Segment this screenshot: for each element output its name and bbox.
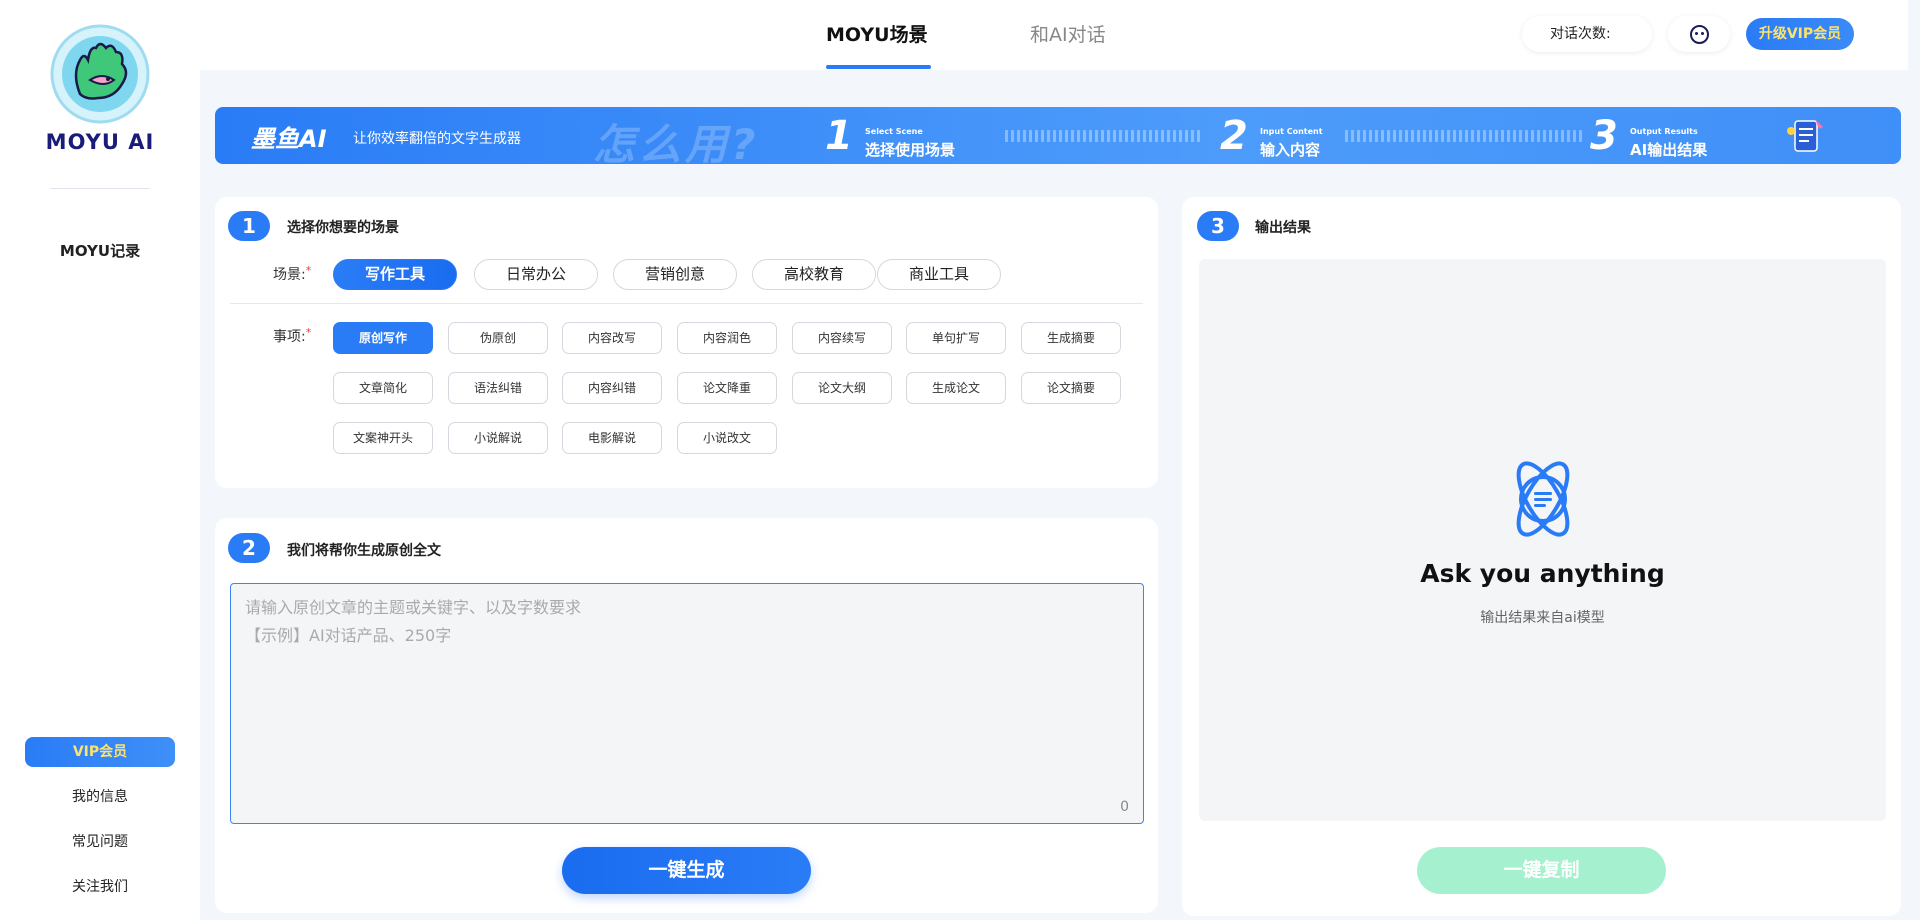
banner-clipboard-icon bbox=[1787, 119, 1823, 152]
output-area: Ask you anything 输出结果来自ai模型 bbox=[1199, 259, 1886, 821]
step-number: 1 bbox=[825, 113, 853, 159]
sidebar: MOYU AI MOYU记录 VIP会员 我的信息 常见问题 关注我们 bbox=[0, 0, 200, 920]
logo-text: MOYU AI bbox=[45, 130, 155, 154]
item-label: 事项:* bbox=[273, 326, 312, 345]
output-subtitle: 输出结果来自ai模型 bbox=[1480, 610, 1605, 626]
item-button[interactable]: 单句扩写 bbox=[906, 322, 1006, 354]
card-divider bbox=[230, 303, 1143, 304]
content-input-wrapper: 0 bbox=[230, 583, 1144, 824]
item-button[interactable]: 生成摘要 bbox=[1021, 322, 1121, 354]
output-card: 3 输出结果 Ask you anything 输出结果来自ai模型 一键复制 bbox=[1182, 197, 1901, 916]
tab-moyu-scenes[interactable]: MOYU场景 bbox=[826, 20, 928, 47]
step-badge: 1 bbox=[228, 211, 270, 241]
avatar-icon bbox=[1690, 25, 1709, 44]
item-button[interactable]: 内容改写 bbox=[562, 322, 662, 354]
input-card: 2 我们将帮你生成原创全文 0 一键生成 bbox=[215, 518, 1158, 913]
scene-label: 场景:* bbox=[273, 264, 312, 283]
sidebar-item-follow-us[interactable]: 关注我们 bbox=[0, 876, 200, 896]
step-number: 2 bbox=[1220, 113, 1248, 159]
scene-marketing[interactable]: 营销创意 bbox=[613, 259, 737, 290]
banner-slogan: 让你效率翻倍的文字生成器 bbox=[353, 131, 521, 147]
top-bar: MOYU场景 和AI对话 对话次数: 升级VIP会员 bbox=[200, 0, 1920, 70]
avatar-button[interactable] bbox=[1668, 16, 1730, 52]
scene-selection-card: 1 选择你想要的场景 场景:* 写作工具 日常办公 营销创意 高校教育 商业工具… bbox=[215, 197, 1158, 488]
vip-member-button[interactable]: VIP会员 bbox=[25, 737, 175, 767]
step-number: 3 bbox=[1590, 113, 1618, 159]
item-button[interactable]: 语法纠错 bbox=[448, 372, 548, 404]
step-english: Input Content bbox=[1260, 127, 1323, 136]
item-button[interactable]: 小说改文 bbox=[677, 422, 777, 454]
item-button[interactable]: 论文降重 bbox=[677, 372, 777, 404]
banner-brand: 墨鱼AI bbox=[251, 125, 327, 153]
item-button[interactable]: 伪原创 bbox=[448, 322, 548, 354]
item-button[interactable]: 文案神开头 bbox=[333, 422, 433, 454]
sidebar-item-records[interactable]: MOYU记录 bbox=[0, 240, 200, 261]
moyu-logo-icon[interactable] bbox=[50, 24, 150, 124]
sidebar-item-my-info[interactable]: 我的信息 bbox=[0, 786, 200, 806]
step-english: Output Results bbox=[1630, 127, 1698, 136]
item-button[interactable]: 内容润色 bbox=[677, 322, 777, 354]
chat-count-pill: 对话次数: bbox=[1522, 16, 1652, 52]
sidebar-item-faq[interactable]: 常见问题 bbox=[0, 831, 200, 851]
scrollbar[interactable] bbox=[1908, 0, 1920, 920]
tab-ai-chat[interactable]: 和AI对话 bbox=[1030, 20, 1106, 47]
section-title: 我们将帮你生成原创全文 bbox=[287, 543, 441, 559]
generate-button[interactable]: 一键生成 bbox=[562, 847, 811, 894]
step-chinese: 选择使用场景 bbox=[865, 141, 956, 159]
item-button[interactable]: 内容续写 bbox=[792, 322, 892, 354]
section-title: 选择你想要的场景 bbox=[287, 220, 399, 236]
step-badge: 2 bbox=[228, 533, 270, 563]
char-count: 0 bbox=[1120, 799, 1129, 815]
output-title: Ask you anything bbox=[1420, 559, 1665, 588]
sidebar-divider bbox=[50, 188, 150, 189]
section-title: 输出结果 bbox=[1255, 220, 1311, 236]
item-button[interactable]: 论文摘要 bbox=[1021, 372, 1121, 404]
content-input[interactable] bbox=[231, 584, 1143, 823]
banner-arrow bbox=[1345, 130, 1585, 142]
banner-arrow bbox=[1005, 130, 1200, 142]
scene-writing-tools[interactable]: 写作工具 bbox=[333, 259, 457, 290]
item-button[interactable]: 论文大纲 bbox=[792, 372, 892, 404]
step-english: Select Scene bbox=[865, 127, 923, 136]
item-button[interactable]: 文章简化 bbox=[333, 372, 433, 404]
step-chinese: AI输出结果 bbox=[1630, 141, 1708, 159]
copy-button[interactable]: 一键复制 bbox=[1417, 847, 1666, 894]
item-button[interactable]: 小说解说 bbox=[448, 422, 548, 454]
upgrade-vip-button[interactable]: 升级VIP会员 bbox=[1746, 18, 1854, 50]
scene-daily-office[interactable]: 日常办公 bbox=[474, 259, 598, 290]
scene-education[interactable]: 高校教育 bbox=[752, 259, 876, 290]
step-chinese: 输入内容 bbox=[1260, 141, 1321, 159]
chat-count-label: 对话次数: bbox=[1550, 26, 1611, 42]
scene-business[interactable]: 商业工具 bbox=[877, 259, 1001, 290]
banner-watermark: 怎么用? bbox=[593, 120, 760, 164]
step-badge: 3 bbox=[1197, 211, 1239, 241]
how-to-use-banner: 墨鱼AI 让你效率翻倍的文字生成器 怎么用? 1 Select Scene 选择… bbox=[215, 107, 1901, 164]
item-button[interactable]: 原创写作 bbox=[333, 322, 433, 354]
atom-icon bbox=[1516, 461, 1570, 537]
active-tab-indicator bbox=[826, 65, 931, 69]
item-button[interactable]: 内容纠错 bbox=[562, 372, 662, 404]
item-button[interactable]: 生成论文 bbox=[906, 372, 1006, 404]
item-button[interactable]: 电影解说 bbox=[562, 422, 662, 454]
